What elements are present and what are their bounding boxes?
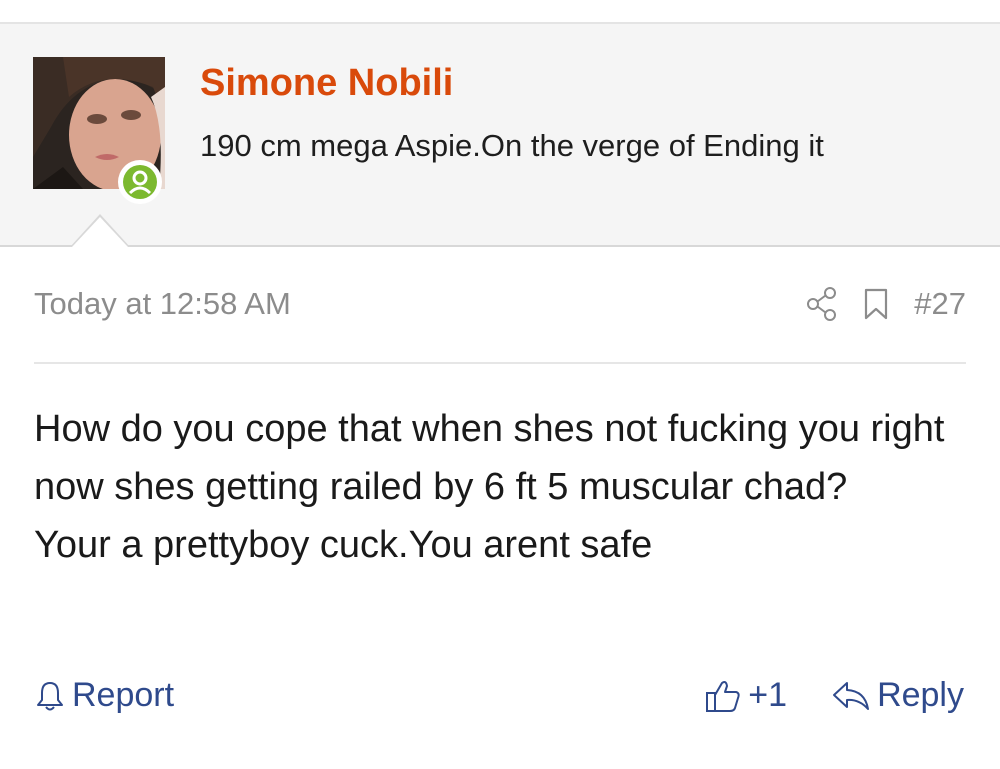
report-label: Report (72, 676, 175, 714)
online-status-badge (118, 160, 162, 204)
meta-divider (34, 362, 966, 364)
thumbs-up-icon (704, 677, 742, 715)
message-line: How do you cope that when shes not fucki… (34, 408, 945, 508)
reply-button[interactable]: Reply (831, 676, 964, 715)
user-status-icon (128, 170, 152, 195)
reply-arrow-icon (831, 679, 871, 713)
forum-post: Simone Nobili 190 cm mega Aspie.On the v… (0, 0, 1000, 769)
post-footer: Report +1 Reply (34, 676, 964, 728)
share-icon[interactable] (806, 287, 838, 321)
reply-label: Reply (877, 676, 964, 714)
footer-actions: +1 Reply (704, 676, 964, 715)
post-message: How do you cope that when shes not fucki… (34, 400, 974, 574)
bell-icon (34, 679, 66, 713)
post-meta: Today at 12:58 AM #27 (34, 282, 966, 330)
message-line: Your a prettyboy cuck.You arent safe (34, 524, 653, 566)
username[interactable]: Simone Nobili (200, 62, 453, 105)
post-meta-actions: #27 (806, 282, 966, 326)
header-pointer-fill (72, 217, 128, 247)
report-button[interactable]: Report (34, 676, 174, 715)
like-count: +1 (748, 676, 788, 714)
post-timestamp[interactable]: Today at 12:58 AM (34, 286, 291, 322)
post-number[interactable]: #27 (914, 286, 966, 322)
user-title: 190 cm mega Aspie.On the verge of Ending… (200, 128, 824, 163)
like-button[interactable]: +1 (704, 676, 787, 715)
bookmark-icon[interactable] (864, 288, 888, 320)
